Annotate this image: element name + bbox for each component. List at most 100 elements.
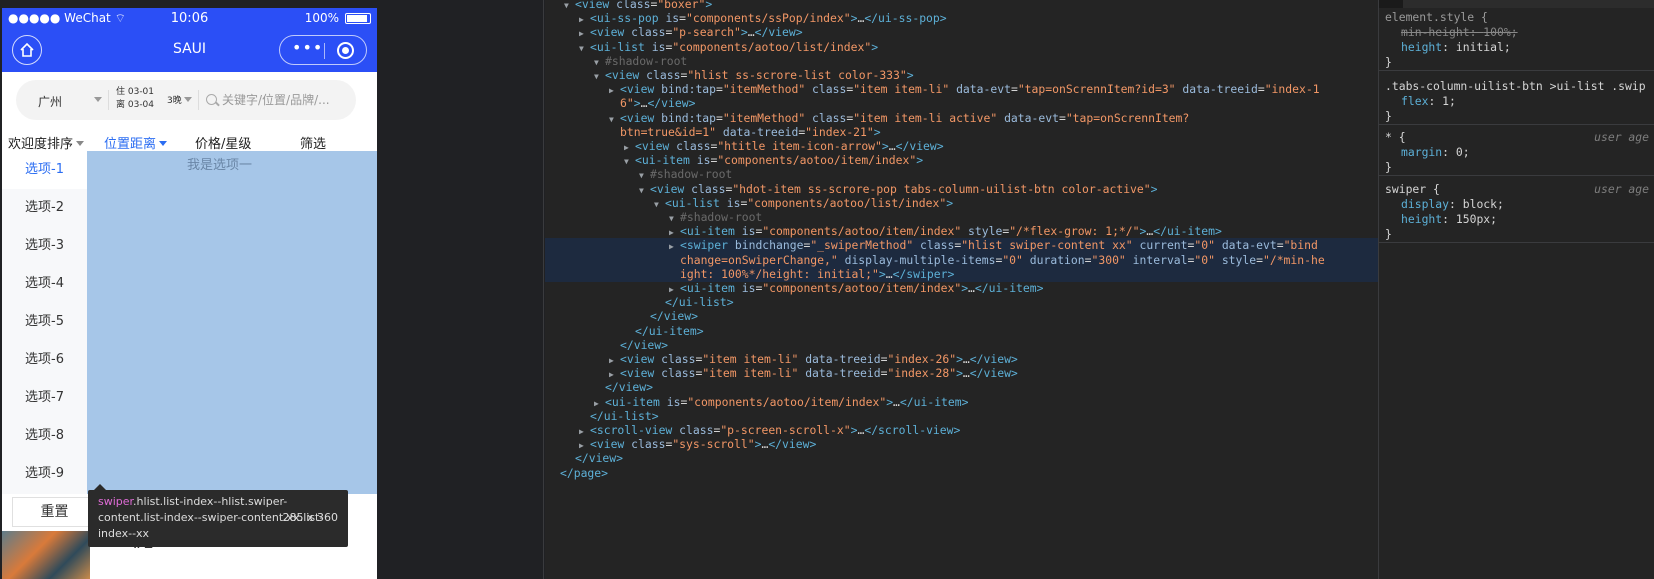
option-item[interactable]: 选项-4 (2, 265, 87, 303)
css-declaration[interactable]: height: initial; (1385, 40, 1654, 55)
dom-node-row[interactable]: ▼ <view class="boxer"> (545, 0, 1378, 12)
dom-node-row[interactable]: 6">…</view> (545, 96, 1378, 111)
dom-node-row[interactable]: </page> (545, 466, 1378, 481)
date-range[interactable]: 住 03-01 离 03-04 (116, 86, 154, 112)
option-item[interactable]: 选项-3 (2, 227, 87, 265)
dom-node-row[interactable]: btn=true&id=1" data-treeid="index-21"> (545, 125, 1378, 140)
dom-node-row[interactable]: change=onSwiperChange," display-multiple… (545, 252, 1378, 268)
css-declaration[interactable]: margin: 0; (1385, 145, 1654, 160)
css-rule[interactable]: .tabs-column-uilist-btn >ui-list .swip fl… (1379, 79, 1654, 125)
code-token: </ui-item> (899, 394, 969, 409)
dom-node-row[interactable]: </view> (545, 451, 1378, 466)
option-item[interactable]: 选项-2 (2, 189, 87, 227)
code-token: "index-1 (1264, 82, 1320, 97)
code-token: = (1256, 252, 1263, 267)
swiper-highlight[interactable]: 我是选项一 (87, 151, 377, 494)
dom-node-row[interactable]: ▼ <ui-list is="components/aotoo/list/inde… (545, 196, 1378, 211)
filter-tab-3[interactable]: 价格/星级 (195, 133, 251, 152)
filter-tab-2[interactable]: 位置距离 (104, 133, 168, 152)
code-token: <ui-item (605, 394, 667, 409)
code-token: "components/ssPop/index" (686, 11, 851, 26)
dom-node-row[interactable]: ▼ <view class="hlist ss-scrore-list color… (545, 68, 1378, 83)
city-select[interactable]: 广州 (38, 93, 62, 110)
dom-node-row[interactable]: ▶ <ui-item is="components/aotoo/item/inde… (545, 281, 1378, 296)
dom-node-row[interactable]: </view> (545, 380, 1378, 395)
dom-node-row[interactable]: </view> (545, 338, 1378, 353)
dom-node-row[interactable]: ight: 100%*/height: initial;">…</swiper> (545, 266, 1378, 282)
dom-node-row[interactable]: ▶ <swiper bindchange="_swiperMethod" clas… (545, 238, 1378, 254)
dom-node-row[interactable]: ▶ <view class="item item-li" data-treeid=… (545, 352, 1378, 367)
code-token: bind:tap (661, 82, 717, 97)
option-item[interactable]: 选项-8 (2, 417, 87, 455)
divider (108, 90, 109, 110)
dom-node-row[interactable]: </ui-item> (545, 324, 1378, 339)
option-item[interactable]: 选项-5 (2, 303, 87, 341)
dom-node-row[interactable]: ▼ <ui-list is="components/aotoo/list/inde… (545, 40, 1378, 55)
code-token: > (956, 366, 963, 381)
filter-tab-label: 筛选 (300, 137, 327, 152)
filter-tab-4[interactable]: 筛选 (300, 133, 326, 152)
dom-node-content: ▼ <ui-item is="components/aotoo/item/inde… (545, 153, 923, 167)
dom-node-row[interactable]: ▶ <ui-ss-pop is="components/ssPop/index">… (545, 11, 1378, 26)
dom-node-content: ▼ <view class="hlist ss-scrore-list color… (545, 68, 914, 82)
dom-node-row[interactable]: ▶ <view bind:tap="itemMethod" class="item… (545, 82, 1378, 97)
dom-node-row[interactable]: ▼ #shadow-root (545, 167, 1378, 182)
filter-tab[interactable] (1379, 0, 1403, 8)
dom-node-row[interactable]: ▼ <view class="hdot-item ss-scrore-pop ta… (545, 182, 1378, 197)
code-token: "components/aotoo/item/index" (687, 394, 887, 409)
hotel-thumbnail[interactable] (2, 531, 90, 579)
code-token: "item item-li active" (853, 110, 998, 125)
css-rule[interactable]: swiper {user age display: block; height: 1… (1379, 182, 1654, 243)
dom-node-content: ▼ <ui-list is="components/aotoo/list/inde… (545, 196, 953, 210)
caret-down-icon (76, 141, 85, 146)
dom-node-row[interactable]: ▼ #shadow-root (545, 54, 1378, 69)
dom-node-row[interactable]: ▶ <ui-item is="components/aotoo/item/inde… (545, 224, 1378, 239)
option-item[interactable]: 选项-6 (2, 341, 87, 379)
option-item[interactable]: 选项-7 (2, 379, 87, 417)
divider (198, 90, 199, 110)
dom-node-row[interactable]: ▶ <view class="item item-li" data-treeid=… (545, 366, 1378, 381)
search-input[interactable] (222, 90, 347, 110)
dom-node-row[interactable]: </view> (545, 309, 1378, 324)
tooltip-tag: swiper (98, 495, 134, 508)
css-declaration[interactable]: min-height: 100%; (1385, 25, 1654, 40)
dom-node-row[interactable]: ▶ <view class="p-search">…</view> (545, 25, 1378, 40)
filter-tab-1[interactable]: 欢迎度排序 (8, 133, 85, 152)
code-token: class (661, 352, 696, 366)
dom-node-row[interactable]: ▼ <ui-item is="components/aotoo/item/inde… (545, 153, 1378, 168)
option-item[interactable]: 选项-1 (2, 151, 87, 189)
dom-node-row[interactable]: ▶ <view class="sys-scroll">…</view> (545, 437, 1378, 452)
nights-count[interactable]: 3晚 (167, 93, 182, 106)
dom-node-row[interactable]: ▶ <ui-item is="components/aotoo/item/inde… (545, 395, 1378, 410)
code-token: "index-26" (887, 352, 957, 366)
panel-divider[interactable] (543, 0, 544, 579)
dom-node-row[interactable]: ▼ <view bind:tap="itemMethod" class="item… (545, 111, 1378, 126)
css-declaration[interactable]: display: block; (1385, 197, 1654, 212)
dom-node-row[interactable]: ▶ <scroll-view class="p-screen-scroll-x">… (545, 423, 1378, 438)
dom-node-row[interactable]: </ui-list> (545, 295, 1378, 310)
rule-selector: * { (1385, 130, 1406, 144)
css-declaration[interactable]: height: 150px; (1385, 212, 1654, 227)
css-declaration[interactable]: flex: 1; (1385, 94, 1654, 109)
dom-node-content: </view> (545, 451, 623, 465)
code-token: </scroll-view> (864, 423, 961, 437)
dom-node-row[interactable]: ▶ <view class="htitle item-icon-arrow">…<… (545, 139, 1378, 154)
dom-node-row[interactable]: </ui-list> (545, 409, 1378, 424)
css-rule[interactable]: * {user age margin: 0;} (1379, 130, 1654, 176)
rule-close-brace: } (1385, 160, 1392, 174)
search-icon (206, 94, 217, 105)
option-item[interactable]: 选项-9 (2, 455, 87, 493)
dom-node-content: change=onSwiperChange," display-multiple… (545, 253, 1325, 267)
css-rule[interactable]: element.style {min-height: 100%; height: … (1379, 10, 1654, 71)
reset-button[interactable]: 重置 (12, 497, 97, 527)
code-token: interval (1132, 252, 1188, 267)
more-menu-icon[interactable]: ••• (292, 38, 323, 57)
close-miniprogram-icon[interactable] (337, 42, 354, 59)
code-token: display-multiple-items (844, 252, 996, 267)
dom-node-row[interactable]: ▼ #shadow-root (545, 210, 1378, 225)
code-token: = (1276, 238, 1284, 253)
dom-node-content: </view> (545, 309, 698, 323)
